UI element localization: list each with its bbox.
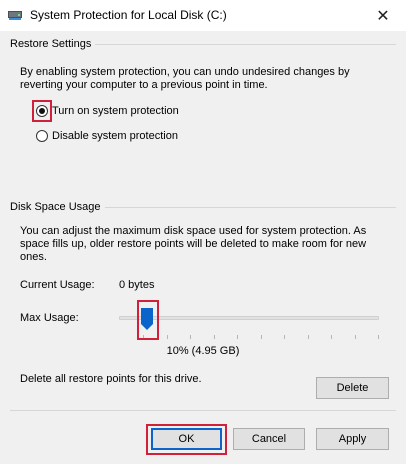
radio-label-turn-on: Turn on system protection bbox=[52, 105, 179, 117]
title-bar: System Protection for Local Disk (C:) ✕ bbox=[0, 0, 406, 31]
slider-tick bbox=[143, 335, 144, 339]
radio-button-checked[interactable] bbox=[36, 105, 48, 117]
slider-tick bbox=[284, 335, 285, 339]
max-usage-slider-thumb[interactable] bbox=[141, 308, 153, 330]
current-usage-value: 0 bytes bbox=[119, 279, 155, 291]
max-usage-slider-track[interactable] bbox=[119, 316, 379, 320]
delete-description: Delete all restore points for this drive… bbox=[20, 373, 202, 385]
ok-button[interactable]: OK bbox=[151, 428, 222, 450]
slider-tick bbox=[355, 335, 356, 339]
restore-settings-heading: Restore Settings bbox=[10, 38, 96, 50]
current-usage-label: Current Usage: bbox=[20, 279, 95, 291]
disk-space-heading: Disk Space Usage bbox=[10, 201, 105, 213]
slider-tick bbox=[308, 335, 309, 339]
close-button[interactable]: ✕ bbox=[360, 0, 406, 31]
max-usage-label: Max Usage: bbox=[20, 312, 79, 324]
slider-tick bbox=[237, 335, 238, 339]
window-title: System Protection for Local Disk (C:) bbox=[30, 8, 227, 22]
disk-space-description: You can adjust the maximum disk space us… bbox=[20, 225, 367, 263]
radio-turn-on-protection[interactable]: Turn on system protection bbox=[36, 104, 179, 118]
cancel-button[interactable]: Cancel bbox=[233, 428, 305, 450]
footer-divider bbox=[10, 410, 396, 411]
slider-tick bbox=[261, 335, 262, 339]
slider-tick bbox=[167, 335, 168, 339]
max-usage-value: 10% (4.95 GB) bbox=[166, 345, 240, 357]
slider-tick bbox=[214, 335, 215, 339]
slider-tick bbox=[190, 335, 191, 339]
radio-button-unchecked[interactable] bbox=[36, 130, 48, 142]
slider-ticks bbox=[143, 335, 379, 339]
radio-disable-protection[interactable]: Disable system protection bbox=[36, 129, 178, 143]
slider-tick bbox=[331, 335, 332, 339]
drive-icon bbox=[8, 9, 22, 21]
close-icon: ✕ bbox=[376, 7, 390, 25]
radio-label-disable: Disable system protection bbox=[52, 130, 178, 142]
apply-button[interactable]: Apply bbox=[316, 428, 389, 450]
delete-button[interactable]: Delete bbox=[316, 377, 389, 399]
restore-settings-description: By enabling system protection, you can u… bbox=[20, 66, 350, 91]
slider-tick bbox=[378, 335, 379, 339]
